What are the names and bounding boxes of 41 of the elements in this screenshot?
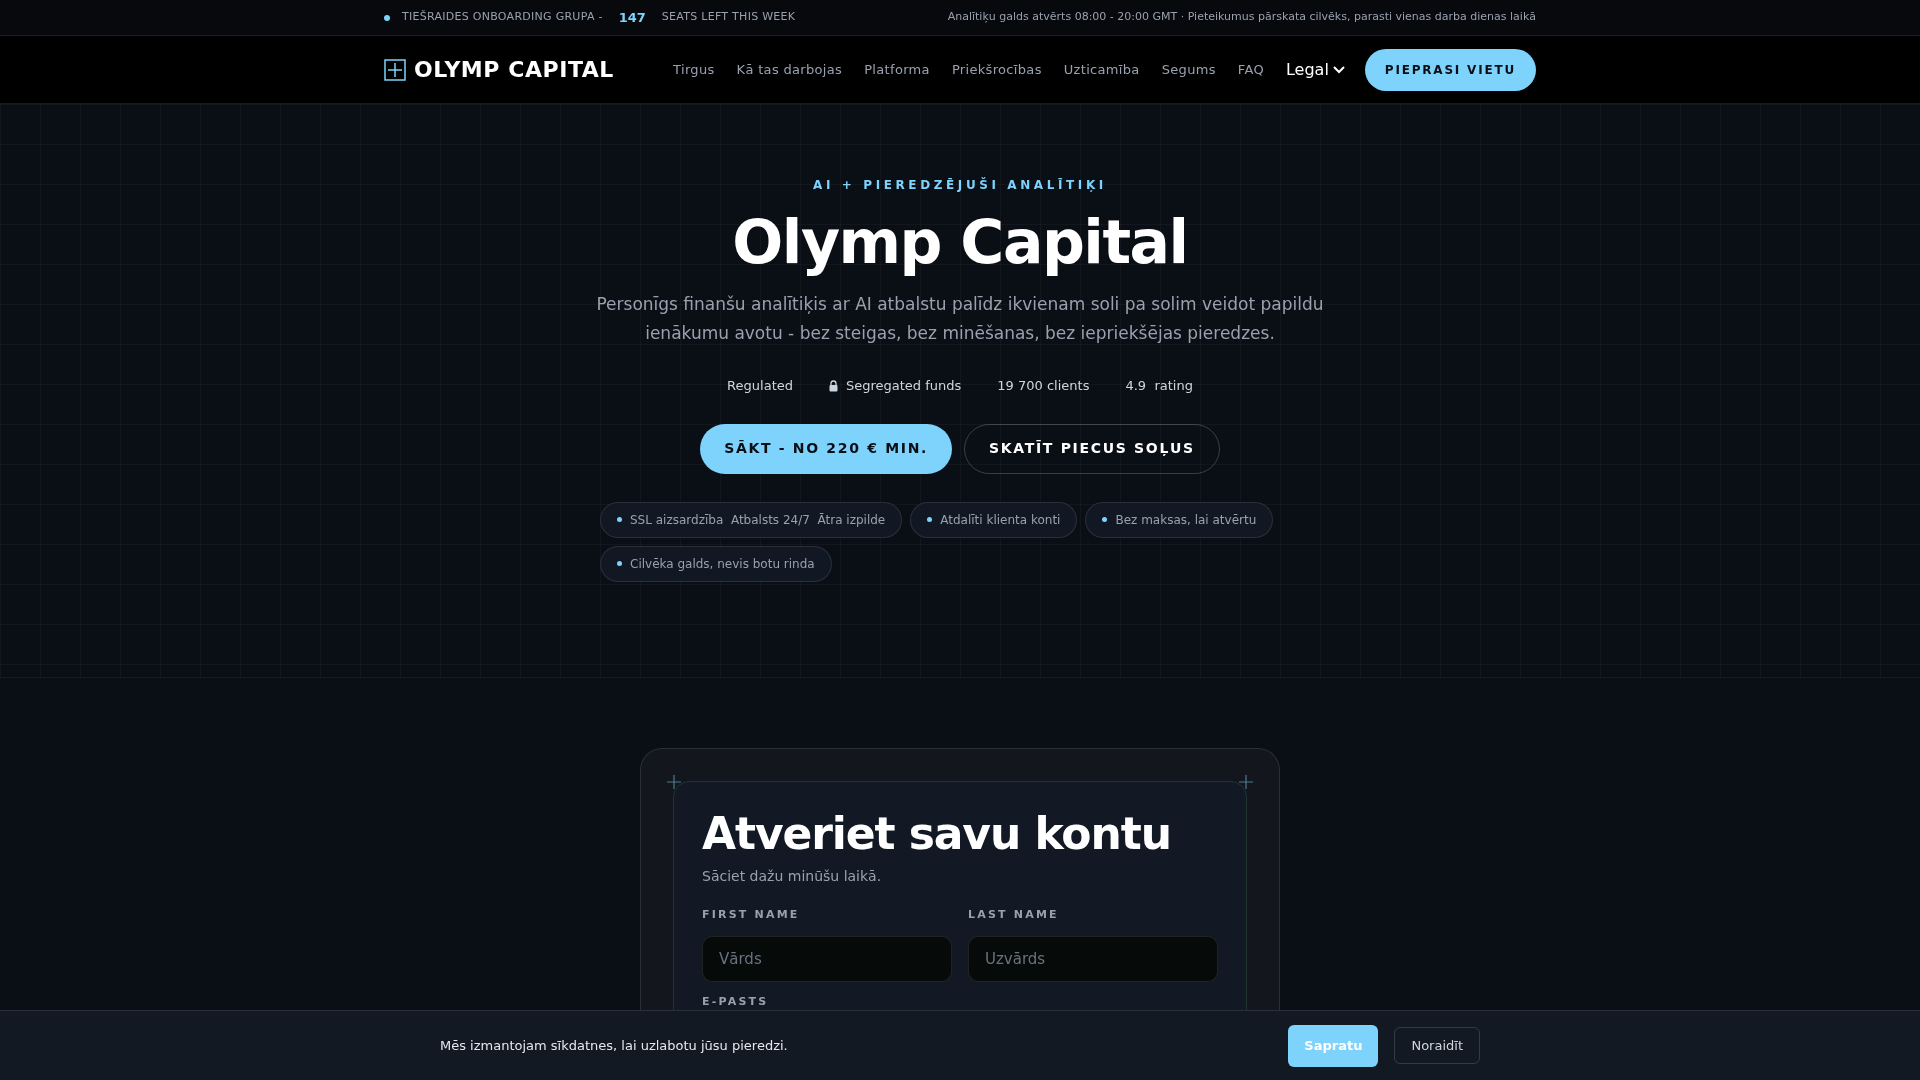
chip-text: SSL aizsardzība Atbalsts 24/7 Ātra izpilde [630, 511, 886, 529]
brand-name[interactable]: OLYMP CAPITAL [414, 53, 614, 86]
logo-icon [384, 58, 406, 81]
nav-link[interactable]: Kā tas darbojas [736, 59, 843, 80]
trust-stat: 19 700 clients [997, 377, 1090, 395]
chip-text: Atdalīti klienta konti [940, 511, 1061, 529]
nav-link[interactable]: FAQ [1237, 59, 1264, 80]
nav-link[interactable]: Segums [1161, 59, 1216, 80]
desk-hours-info: Analītiķu galds atvērts 08:00 - 20:00 GMT · Pieteikumus pārskata cilvēks, parasti vienas darba dienas laikā [947, 9, 1536, 26]
trust-stat: Regulated [727, 377, 793, 395]
decline-button[interactable]: Noraidīt [1394, 1027, 1480, 1064]
lock-icon [829, 379, 838, 392]
steps-button[interactable]: SKATĪT PIECUS SOĻUS [964, 423, 1220, 474]
chip-text: Cilvēka galds, nevis botu rinda [630, 555, 815, 573]
trust-stat: Segregated funds [846, 377, 962, 395]
nav-link[interactable]: Platforma [864, 59, 930, 80]
caret-icon [1332, 65, 1345, 74]
plus-icon [1239, 775, 1253, 789]
form-subtitle: Sāciet dažu minūšu laikā. [702, 867, 883, 887]
hero-subtitle: Personīgs finanšu analītiķis ar AI atbalstu palīdz ikvienam soli pa solim veidot papildu ienākumu avotu - bez steigas, bez minēšanas, bez iepriekšējas pieredzes. [595, 293, 1325, 345]
cookie-text: Mēs izmantojam sīkdatnes, lai uzlabotu jūsu pieredzi. [440, 1036, 788, 1055]
text-input-field[interactable]: Vārds [702, 935, 952, 982]
legal-dropdown[interactable]: Legal [1285, 57, 1345, 82]
announcement-suffix: SEATS LEFT THIS WEEK [661, 9, 796, 26]
eyebrow-text: AI + PIEREDZĒJUŠI ANALĪTIĶI [813, 176, 1107, 194]
nav-link[interactable]: Priekšrocības [951, 59, 1042, 80]
chip-text: Bez maksas, lai atvērtu [1115, 511, 1257, 529]
text-input-field[interactable]: Uzvārds [968, 935, 1218, 982]
trust-stat: 4.9 rating [1125, 377, 1193, 395]
hero-title: Olymp Capital [732, 206, 1188, 278]
announcement-label: TIEŠRAIDES ONBOARDING GRUPA - [402, 9, 603, 26]
seat-count: 147 [618, 8, 646, 27]
start-button[interactable]: SĀKT - NO 220 € MIN. [700, 423, 953, 474]
request-seat-button[interactable]: PIEPRASI VIETU [1364, 48, 1536, 91]
plus-icon [667, 775, 681, 789]
field-label: FIRST NAME [702, 907, 800, 924]
nav-link[interactable]: Uzticamība [1063, 59, 1140, 80]
nav-link[interactable]: Tirgus [673, 59, 715, 80]
field-label: LAST NAME [968, 907, 1059, 924]
field-label: E-PASTS [702, 993, 769, 1010]
form-title: Atveriet savu kontu [702, 810, 1172, 859]
